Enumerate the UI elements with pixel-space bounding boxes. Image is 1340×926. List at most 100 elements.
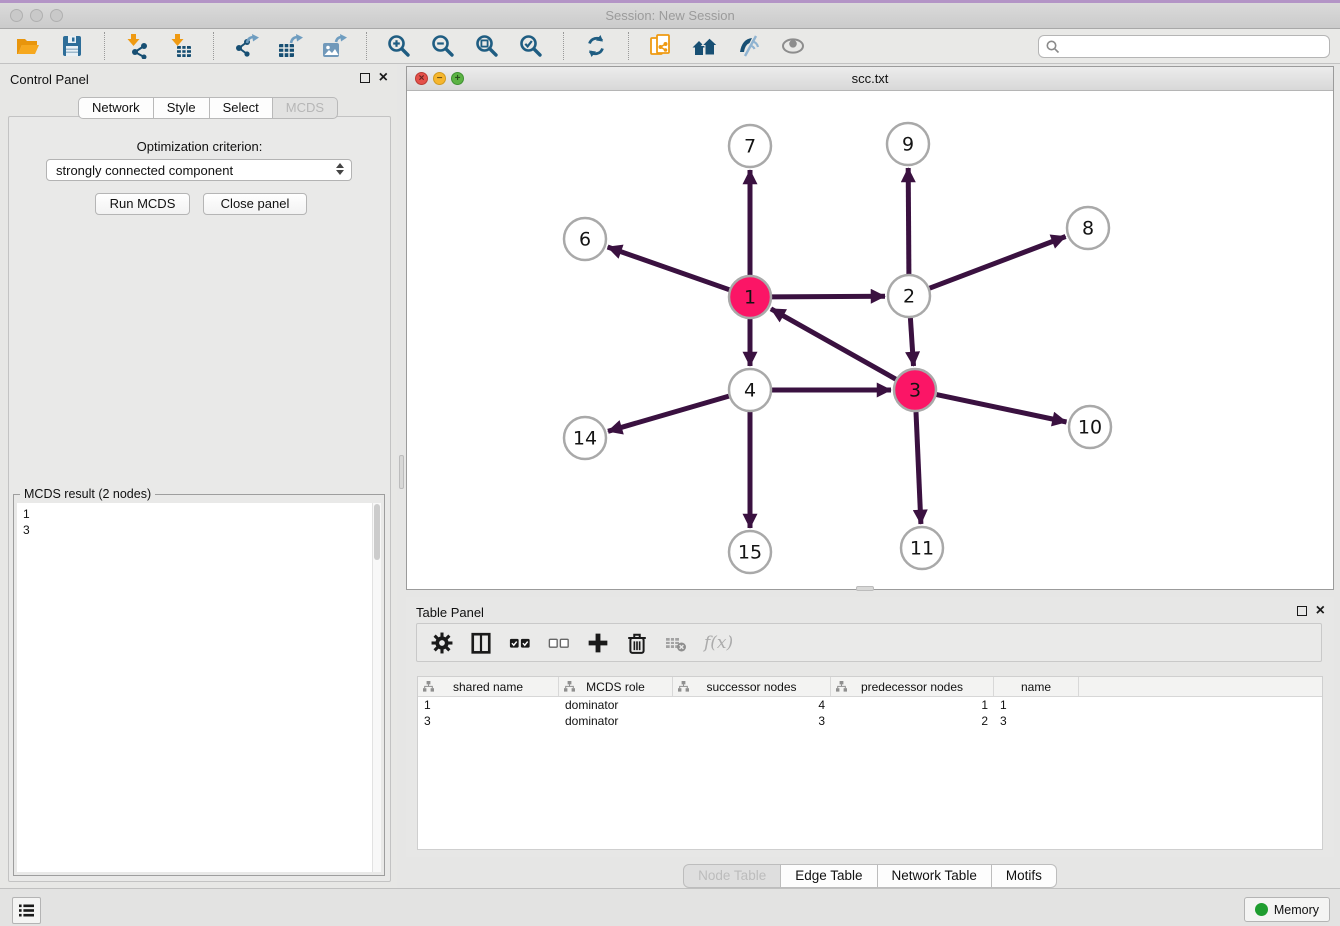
cell-predecessor-nodes[interactable]: 1 bbox=[831, 698, 994, 712]
mcds-result-text[interactable]: 1 3 bbox=[17, 503, 372, 872]
scrollbar-thumb[interactable] bbox=[374, 504, 380, 560]
table-panel-title: Table Panel bbox=[416, 605, 484, 620]
cell-successor-nodes[interactable]: 3 bbox=[673, 714, 831, 728]
export-table-icon[interactable] bbox=[277, 33, 303, 59]
column-header-predecessor-nodes[interactable]: predecessor nodes bbox=[831, 677, 994, 696]
node-label-14: 14 bbox=[573, 428, 597, 450]
apply-layout-icon[interactable] bbox=[583, 33, 609, 59]
column-header-successor-nodes[interactable]: successor nodes bbox=[673, 677, 831, 696]
node-table[interactable]: shared name MCDS role successor nodes pr… bbox=[417, 676, 1323, 850]
edge-3-1[interactable] bbox=[771, 309, 896, 379]
cell-predecessor-nodes[interactable]: 2 bbox=[831, 714, 994, 728]
cell-name[interactable]: 1 bbox=[994, 698, 1079, 712]
export-image-icon[interactable] bbox=[321, 33, 347, 59]
edge-3-10[interactable] bbox=[937, 395, 1067, 422]
node-label-2: 2 bbox=[903, 286, 915, 308]
cell-name[interactable]: 3 bbox=[994, 714, 1079, 728]
network-window-title: scc.txt bbox=[407, 67, 1333, 90]
zoom-out-icon[interactable] bbox=[430, 33, 456, 59]
close-panel-icon[interactable]: × bbox=[1316, 605, 1325, 617]
float-window-icon[interactable] bbox=[360, 73, 370, 83]
zoom-fit-content-icon[interactable] bbox=[474, 33, 500, 59]
cell-shared-name[interactable]: 1 bbox=[418, 698, 559, 712]
main-toolbar bbox=[0, 29, 1340, 64]
import-network-icon[interactable] bbox=[124, 33, 150, 59]
float-window-icon[interactable] bbox=[1297, 606, 1307, 616]
tab-style[interactable]: Style bbox=[154, 97, 210, 119]
table-row[interactable]: 1 dominator 4 1 1 bbox=[418, 697, 1322, 713]
status-bar: Memory bbox=[0, 888, 1340, 926]
panel-splitter-handle[interactable] bbox=[856, 586, 874, 591]
node-label-6: 6 bbox=[579, 229, 591, 251]
deselect-all-rows-icon[interactable] bbox=[548, 632, 570, 654]
tab-mcds[interactable]: MCDS bbox=[273, 97, 338, 119]
memory-label: Memory bbox=[1274, 903, 1319, 917]
cell-mcds-role[interactable]: dominator bbox=[559, 714, 673, 728]
delete-column-icon[interactable] bbox=[626, 632, 648, 654]
toolbar-divider bbox=[563, 32, 564, 60]
edge-2-8[interactable] bbox=[930, 237, 1066, 289]
table-row[interactable]: 3 dominator 3 2 3 bbox=[418, 713, 1322, 729]
titlebar: Session: New Session bbox=[0, 3, 1340, 29]
close-network-button[interactable]: × bbox=[415, 72, 428, 85]
minimize-network-button[interactable]: − bbox=[433, 72, 446, 85]
table-header-row: shared name MCDS role successor nodes pr… bbox=[418, 677, 1322, 697]
add-column-icon[interactable] bbox=[587, 632, 609, 654]
tab-node-table[interactable]: Node Table bbox=[683, 864, 781, 888]
run-mcds-button[interactable]: Run MCDS bbox=[95, 193, 190, 215]
export-network-icon[interactable] bbox=[233, 33, 259, 59]
close-panel-button[interactable]: Close panel bbox=[203, 193, 307, 215]
gear-icon[interactable] bbox=[431, 632, 453, 654]
tab-edge-table[interactable]: Edge Table bbox=[781, 864, 877, 888]
search-input[interactable] bbox=[1061, 38, 1329, 55]
open-file-icon[interactable] bbox=[15, 33, 41, 59]
zoom-selected-icon[interactable] bbox=[518, 33, 544, 59]
save-session-icon[interactable] bbox=[59, 33, 85, 59]
close-panel-icon[interactable]: × bbox=[379, 72, 388, 84]
result-scrollbar[interactable] bbox=[372, 503, 381, 872]
cell-mcds-role[interactable]: dominator bbox=[559, 698, 673, 712]
control-panel-title: Control Panel bbox=[10, 72, 89, 87]
edge-2-9[interactable] bbox=[908, 168, 909, 274]
tab-network[interactable]: Network bbox=[78, 97, 154, 119]
edge-1-2[interactable] bbox=[772, 296, 885, 297]
zoom-network-button[interactable]: + bbox=[451, 72, 464, 85]
delete-table-icon bbox=[665, 632, 687, 654]
mcds-tab-content: Optimization criterion: strongly connect… bbox=[8, 116, 391, 882]
table-toolbar: f(x) bbox=[416, 623, 1322, 662]
criterion-dropdown[interactable]: strongly connected component bbox=[46, 159, 352, 181]
search-icon bbox=[1045, 39, 1061, 55]
column-header-shared-name[interactable]: shared name bbox=[418, 677, 559, 696]
tab-motifs[interactable]: Motifs bbox=[992, 864, 1057, 888]
show-column-icon[interactable] bbox=[470, 632, 492, 654]
node-label-15: 15 bbox=[738, 542, 762, 564]
node-label-7: 7 bbox=[744, 136, 756, 158]
first-neighbors-icon[interactable] bbox=[692, 33, 718, 59]
clone-network-icon[interactable] bbox=[648, 33, 674, 59]
tab-network-table[interactable]: Network Table bbox=[878, 864, 992, 888]
task-history-button[interactable] bbox=[12, 897, 41, 924]
zoom-in-icon[interactable] bbox=[386, 33, 412, 59]
panel-splitter-handle[interactable] bbox=[399, 455, 404, 489]
network-window-titlebar[interactable]: × − + scc.txt bbox=[407, 67, 1333, 91]
window-title: Session: New Session bbox=[0, 8, 1340, 23]
network-view-window: × − + scc.txt 1234678910111415 bbox=[406, 66, 1334, 590]
toolbar-divider bbox=[366, 32, 367, 60]
memory-button[interactable]: Memory bbox=[1244, 897, 1330, 922]
cell-shared-name[interactable]: 3 bbox=[418, 714, 559, 728]
tab-select[interactable]: Select bbox=[210, 97, 273, 119]
edge-3-11[interactable] bbox=[916, 412, 921, 524]
tree-hierarchy-icon bbox=[836, 681, 847, 692]
node-label-11: 11 bbox=[910, 538, 934, 560]
edge-4-14[interactable] bbox=[608, 396, 729, 431]
show-hide-graphics-details-icon[interactable] bbox=[736, 33, 762, 59]
cell-successor-nodes[interactable]: 4 bbox=[673, 698, 831, 712]
edge-1-6[interactable] bbox=[608, 247, 730, 290]
import-table-icon[interactable] bbox=[168, 33, 194, 59]
column-header-mcds-role[interactable]: MCDS role bbox=[559, 677, 673, 696]
edge-2-3[interactable] bbox=[910, 318, 913, 366]
search-box[interactable] bbox=[1038, 35, 1330, 58]
select-all-rows-icon[interactable] bbox=[509, 632, 531, 654]
network-canvas[interactable]: 1234678910111415 bbox=[407, 90, 1333, 589]
column-header-name[interactable]: name bbox=[994, 677, 1079, 696]
